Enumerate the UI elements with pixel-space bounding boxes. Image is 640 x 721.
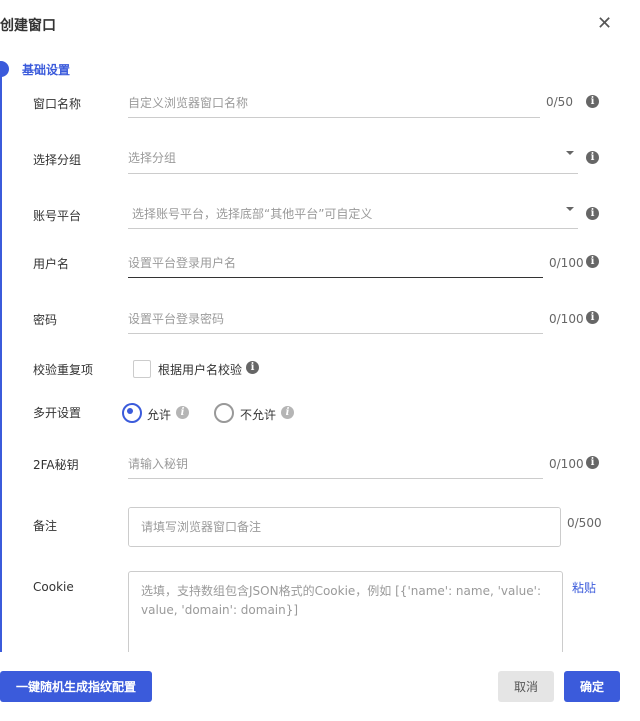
info-icon[interactable]: i [281, 406, 294, 419]
info-icon[interactable]: i [586, 311, 599, 324]
section-rail [0, 62, 2, 652]
info-icon[interactable]: i [586, 151, 599, 164]
caret-down-icon [566, 207, 574, 211]
dup-check-checkbox[interactable] [133, 360, 151, 378]
info-icon[interactable]: i [176, 406, 189, 419]
twofa-label: 2FA秘钥 [33, 458, 79, 472]
cancel-button[interactable]: 取消 [498, 671, 554, 702]
info-icon[interactable]: i [586, 207, 599, 220]
radio-disallow-label[interactable]: 不允许 [240, 406, 276, 423]
multi-open-label: 多开设置 [33, 406, 82, 420]
password-count: 0/100 [549, 312, 584, 326]
window-name-input[interactable] [128, 89, 540, 118]
radio-allow[interactable] [122, 403, 142, 423]
radio-disallow[interactable] [214, 403, 234, 423]
remark-count: 0/500 [567, 516, 602, 530]
close-icon[interactable]: ✕ [597, 14, 612, 34]
dialog-title: 创建窗口 [0, 18, 56, 34]
info-icon[interactable]: i [586, 95, 599, 108]
dup-check-label: 校验重复项 [33, 363, 94, 377]
window-name-label: 窗口名称 [33, 97, 82, 111]
cookie-textarea[interactable] [128, 571, 563, 661]
caret-down-icon [566, 151, 574, 155]
twofa-count: 0/100 [549, 457, 584, 471]
confirm-button[interactable]: 确定 [564, 671, 620, 702]
group-placeholder: 选择分组 [128, 151, 177, 165]
window-name-count: 0/50 [546, 95, 573, 109]
password-input[interactable] [128, 305, 543, 334]
platform-label: 账号平台 [33, 209, 82, 223]
remark-textarea[interactable] [128, 507, 561, 547]
remark-label: 备注 [33, 519, 58, 533]
platform-select[interactable]: 选择账号平台，选择底部“其他平台”可自定义 [128, 201, 578, 229]
cookie-label: Cookie [33, 580, 74, 594]
radio-allow-label[interactable]: 允许 [147, 406, 171, 423]
username-count: 0/100 [549, 256, 584, 270]
username-label: 用户名 [33, 257, 70, 271]
group-select[interactable]: 选择分组 [128, 145, 578, 174]
paste-link[interactable]: 粘贴 [572, 579, 596, 596]
username-input[interactable] [128, 249, 543, 278]
info-icon[interactable]: i [246, 361, 259, 374]
random-fingerprint-button[interactable]: 一键随机生成指纹配置 [0, 671, 152, 702]
group-label: 选择分组 [33, 153, 82, 167]
twofa-input[interactable] [128, 450, 543, 479]
section-marker [0, 61, 9, 77]
dup-check-option[interactable]: 根据用户名校验 [158, 361, 242, 378]
info-icon[interactable]: i [586, 255, 599, 268]
info-icon[interactable]: i [586, 456, 599, 469]
password-label: 密码 [33, 313, 58, 327]
section-title: 基础设置 [22, 63, 71, 77]
platform-placeholder: 选择账号平台，选择底部“其他平台”可自定义 [132, 207, 373, 221]
